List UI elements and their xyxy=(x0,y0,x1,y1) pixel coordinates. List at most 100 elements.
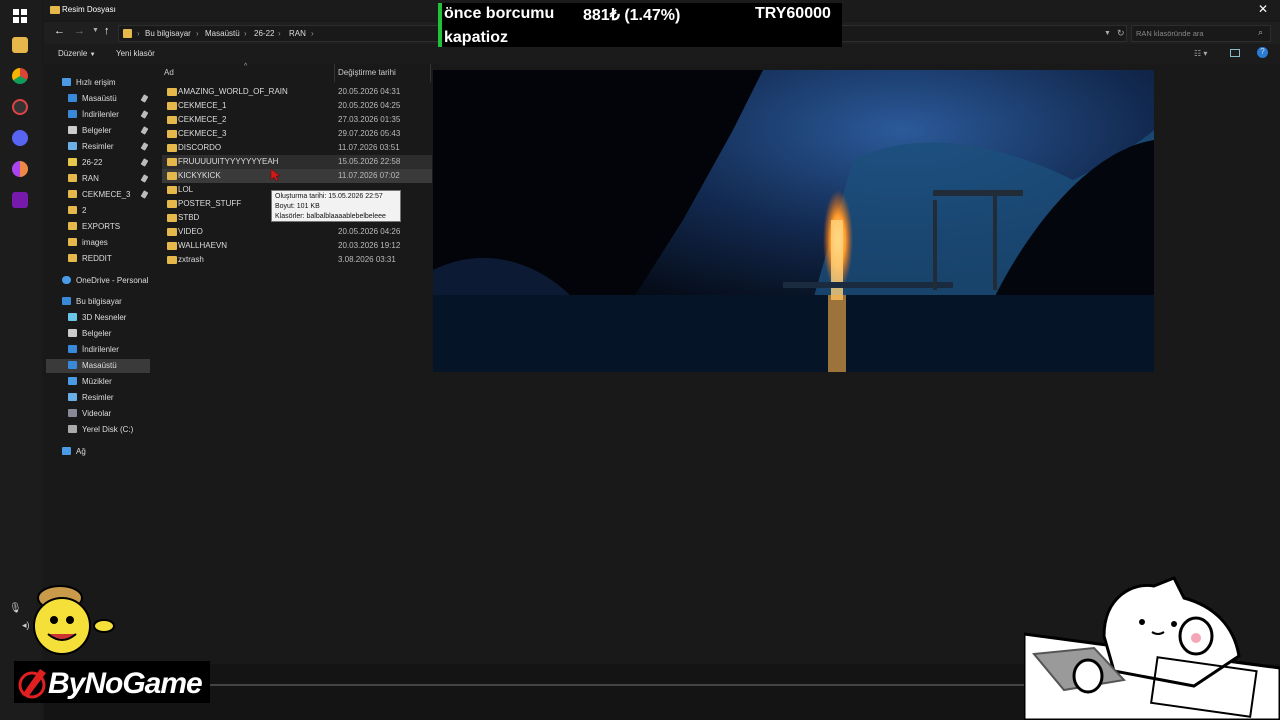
chrome-icon[interactable] xyxy=(12,68,28,84)
file-date: 20.03.2026 19:12 xyxy=(338,241,401,250)
app-icon[interactable] xyxy=(12,161,28,177)
column-divider[interactable] xyxy=(334,64,335,82)
file-list: Ad ^ Değiştirme tarihi AMAZING_WORLD_OF_… xyxy=(160,63,432,664)
nav-label: Belgeler xyxy=(82,329,112,338)
nav-item-3d-objects[interactable]: 3D Nesneler xyxy=(68,311,126,325)
nav-label: CEKMECE_3 xyxy=(82,190,131,199)
organize-button[interactable]: Düzenle ▼ xyxy=(58,49,96,58)
folder-icon xyxy=(68,174,77,182)
file-row[interactable]: VIDEO 20.05.2026 04:26 xyxy=(162,225,432,239)
nav-item-ran[interactable]: RAN xyxy=(68,172,149,186)
file-row[interactable]: CEKMECE_3 29.07.2026 05:43 xyxy=(162,127,432,141)
chevron-down-icon[interactable]: ▼ xyxy=(92,27,99,34)
file-row[interactable]: FRUUUUUITYYYYYYYEAH 15.05.2026 22:58 xyxy=(162,155,432,169)
breadcrumb-this-pc[interactable]: Bu bilgisayar xyxy=(145,29,191,38)
nav-item-cekmece-3[interactable]: CEKMECE_3 xyxy=(68,188,149,202)
file-explorer-icon[interactable] xyxy=(12,37,28,53)
column-header-modified[interactable]: Değiştirme tarihi xyxy=(338,68,396,77)
file-name: KICKYKICK xyxy=(178,171,221,180)
logo-mark-icon xyxy=(18,669,46,699)
obs-icon[interactable] xyxy=(12,99,28,115)
nav-item-26-22[interactable]: 26-22 xyxy=(68,156,149,170)
file-row-selected[interactable]: KICKYKICK 11.07.2026 07:02 xyxy=(162,169,432,183)
column-divider[interactable] xyxy=(430,64,431,82)
folder-icon xyxy=(167,228,177,236)
nav-item-pc-downloads[interactable]: İndirilenler xyxy=(68,343,119,357)
nav-label: RAN xyxy=(82,174,99,183)
preview-pane-icon[interactable] xyxy=(1230,49,1240,57)
file-row[interactable]: CEKMECE_2 27.03.2026 01:35 xyxy=(162,113,432,127)
nav-item-desktop[interactable]: Masaüstü xyxy=(68,92,149,106)
nav-label: REDDIT xyxy=(82,254,112,263)
computer-icon xyxy=(62,297,71,305)
forward-icon[interactable]: → xyxy=(74,25,85,37)
nav-item-pc-pictures[interactable]: Resimler xyxy=(68,391,114,405)
nav-label: Videolar xyxy=(82,409,112,418)
nav-quick-access[interactable]: Hızlı erişim xyxy=(62,76,116,90)
folder-icon xyxy=(167,214,177,222)
nav-item-downloads[interactable]: İndirilenler xyxy=(68,108,149,122)
nav-label: İndirilenler xyxy=(82,345,119,354)
file-date: 29.07.2026 05:43 xyxy=(338,129,401,138)
nav-item-images[interactable]: images xyxy=(68,236,108,250)
search-icon: ⌕ xyxy=(1258,27,1264,37)
pin-icon xyxy=(140,94,149,103)
file-row[interactable]: DISCORDO 11.07.2026 03:51 xyxy=(162,141,432,155)
breadcrumb-sep-icon: › xyxy=(311,29,314,38)
mouse-cursor-icon xyxy=(270,168,280,182)
onenote-icon[interactable] xyxy=(12,192,28,208)
new-folder-button[interactable]: Yeni klasör xyxy=(116,49,155,58)
microphone-icon[interactable]: 🎙 xyxy=(9,603,22,614)
folder-icon xyxy=(167,242,177,250)
breadcrumb-26-22[interactable]: 26-22 xyxy=(254,29,274,38)
nav-item-pc-desktop[interactable]: Masaüstü xyxy=(46,359,150,373)
pictures-icon xyxy=(68,142,77,150)
cloud-icon xyxy=(62,276,71,284)
nav-item-exports[interactable]: EXPORTS xyxy=(68,220,120,234)
folder-icon xyxy=(167,88,177,96)
file-row[interactable]: WALLHAEVN 20.03.2026 19:12 xyxy=(162,239,432,253)
nav-this-pc[interactable]: Bu bilgisayar xyxy=(62,295,122,309)
nav-item-2[interactable]: 2 xyxy=(68,204,86,218)
search-input[interactable]: RAN klasöründe ara ⌕ xyxy=(1131,25,1271,42)
nav-item-pc-documents[interactable]: Belgeler xyxy=(68,327,111,341)
address-dropdown-icon[interactable]: ▼ xyxy=(1104,30,1111,37)
command-bar: Düzenle ▼ Yeni klasör ☷ ▾ ? xyxy=(44,44,1280,64)
bynogame-logo: ByNoGame xyxy=(14,661,210,703)
up-icon[interactable]: ↑ xyxy=(104,25,110,37)
nav-label: Resimler xyxy=(82,393,114,402)
file-name: CEKMECE_3 xyxy=(178,129,227,138)
nav-item-documents[interactable]: Belgeler xyxy=(68,124,149,138)
nav-item-local-disk[interactable]: Yerel Disk (C:) xyxy=(68,423,133,437)
file-name: STBD xyxy=(178,213,200,222)
file-name: AMAZING_WORLD_OF_RAIN xyxy=(178,87,288,96)
breadcrumb-ran[interactable]: RAN xyxy=(289,29,306,38)
nav-item-pictures[interactable]: Resimler xyxy=(68,140,149,154)
breadcrumb-sep-icon: › xyxy=(196,29,199,38)
nav-label: Bu bilgisayar xyxy=(76,297,122,306)
file-row[interactable]: AMAZING_WORLD_OF_RAIN 20.05.2026 04:31 xyxy=(162,85,432,99)
discord-icon[interactable] xyxy=(12,130,28,146)
file-row[interactable]: CEKMECE_1 20.05.2026 04:25 xyxy=(162,99,432,113)
refresh-icon[interactable]: ↻ xyxy=(1117,28,1125,39)
pin-icon xyxy=(140,126,149,135)
nav-item-music[interactable]: Müzikler xyxy=(68,375,112,389)
desktop-icon xyxy=(68,361,77,369)
back-icon[interactable]: ← xyxy=(54,25,65,37)
start-icon[interactable] xyxy=(12,8,28,24)
close-icon[interactable]: ✕ xyxy=(1258,2,1268,16)
help-icon[interactable]: ? xyxy=(1257,47,1268,58)
pin-icon xyxy=(140,190,149,199)
nav-label: Belgeler xyxy=(82,126,112,135)
view-options-icon[interactable]: ☷ ▾ xyxy=(1194,49,1207,58)
folder-icon xyxy=(167,130,177,138)
nav-onedrive[interactable]: OneDrive - Personal xyxy=(62,274,148,288)
column-header-name[interactable]: Ad xyxy=(164,68,174,77)
nav-item-videos[interactable]: Videolar xyxy=(68,407,111,421)
file-row[interactable]: zxtrash 3.08.2026 03:31 xyxy=(162,253,432,267)
window-title: Resim Dosyası xyxy=(62,5,116,14)
breadcrumb-desktop[interactable]: Masaüstü xyxy=(205,29,240,38)
nav-network[interactable]: Ağ xyxy=(62,445,86,459)
nav-item-reddit[interactable]: REDDIT xyxy=(68,252,112,266)
file-date: 11.07.2026 07:02 xyxy=(338,171,400,180)
